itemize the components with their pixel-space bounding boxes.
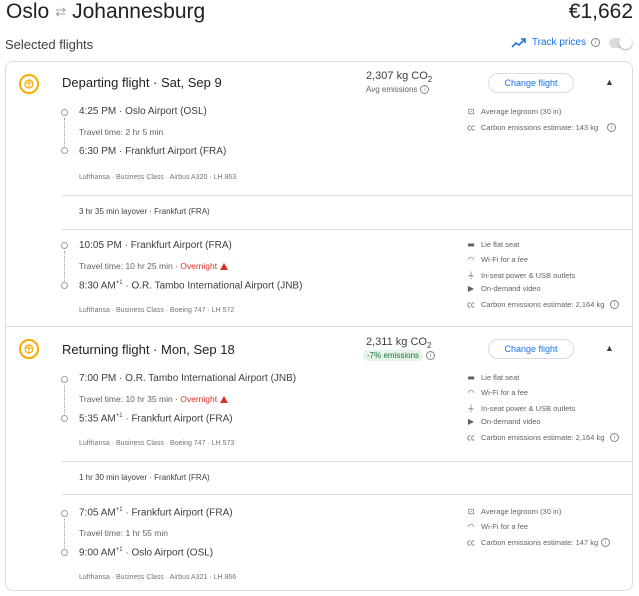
lufthansa-logo-icon (19, 74, 39, 94)
amenity-power: ⏚ In-seat power & USB outlets (467, 404, 576, 413)
seat-icon: ⊡ (467, 507, 475, 516)
departure-dot (61, 109, 68, 116)
amenity-power: ⏚ In-seat power & USB outlets (467, 271, 576, 280)
track-prices-toggle[interactable] (609, 35, 632, 49)
returning-co2: 2,311 kg CO2 (366, 336, 432, 351)
amenity-emissions: ㏄ Carbon emissions estimate: 147 kg (467, 538, 599, 547)
info-icon[interactable]: i (420, 85, 430, 94)
info-icon[interactable]: i (607, 123, 616, 132)
chevron-up-icon[interactable]: ▲ (605, 343, 614, 353)
arrival-dot (61, 549, 68, 556)
returning-co2-note: -7% emissions i (363, 350, 436, 361)
route-line (64, 251, 65, 281)
total-price: €1,662 (568, 0, 633, 23)
divider (62, 195, 632, 196)
power-plug-icon: ⏚ (467, 271, 475, 280)
divider (62, 494, 632, 495)
dep1-departure: 4:25 PM · Oslo Airport (OSL) (79, 106, 207, 117)
emissions-badge: -7% emissions (363, 350, 424, 361)
selected-flights-heading: Selected flights (5, 37, 94, 52)
departure-dot (61, 510, 68, 517)
amenity-video: ▶ On-demand video (467, 417, 541, 426)
video-icon: ▶ (467, 417, 475, 426)
amenity-wifi: ◠ Wi-Fi for a fee (467, 255, 529, 264)
video-icon: ▶ (467, 284, 475, 293)
seat-icon: ⊡ (467, 107, 475, 116)
header: Oslo ⇄ Johannesburg €1,662 (6, 0, 633, 26)
departure-dot (61, 376, 68, 383)
track-prices[interactable]: Track prices i (511, 35, 632, 49)
warning-icon (220, 396, 229, 403)
wifi-icon: ◠ (467, 255, 475, 264)
departure-dot (61, 242, 68, 249)
origin-city: Oslo (6, 0, 50, 23)
ret2-travel-time: Travel time: 1 hr 55 min (79, 528, 168, 538)
wifi-icon: ◠ (467, 388, 475, 397)
amenity-emissions: ㏄ Carbon emissions estimate: 143 kg (467, 123, 599, 132)
warning-icon (220, 263, 229, 270)
track-prices-label: Track prices (531, 37, 586, 48)
section-divider (6, 326, 632, 327)
route-title: Oslo ⇄ Johannesburg (6, 0, 205, 24)
info-icon[interactable]: i (610, 433, 619, 442)
co2-icon: ㏄ (467, 538, 475, 547)
dep2-travel-time: Travel time: 10 hr 25 min · Overnight (79, 261, 229, 271)
route-line (64, 385, 65, 414)
amenity-legroom: ⊡ Average legroom (30 in) (467, 107, 562, 116)
departing-co2: 2,307 kg CO2 (366, 70, 433, 85)
bed-icon: ▬ (467, 373, 475, 382)
arrival-dot (61, 415, 68, 422)
dep2-flight-meta: Lufthansa · Business Class · Boeing 747 … (79, 307, 235, 314)
route-line (64, 118, 65, 146)
swap-arrows-icon: ⇄ (55, 4, 67, 19)
amenity-emissions: ㏄ Carbon emissions estimate: 2,164 kg (467, 433, 605, 442)
amenity-wifi: ◠ Wi-Fi for a fee (467, 522, 529, 531)
co2-icon: ㏄ (467, 433, 475, 442)
info-icon[interactable]: i (591, 38, 600, 47)
amenity-video: ▶ On-demand video (467, 284, 541, 293)
departing-flight-title: Departing flight · Sat, Sep 9 (62, 75, 222, 90)
flights-card: Departing flight · Sat, Sep 9 2,307 kg C… (5, 61, 633, 591)
returning-flight-title: Returning flight · Mon, Sep 18 (62, 342, 235, 357)
info-icon[interactable]: i (601, 538, 610, 547)
bed-icon: ▬ (467, 240, 475, 249)
divider (62, 461, 632, 462)
departing-layover: 3 hr 35 min layover · Frankfurt (FRA) (79, 207, 210, 216)
ret1-flight-meta: Lufthansa · Business Class · Boeing 747 … (79, 440, 235, 447)
ret1-travel-time: Travel time: 10 hr 35 min · Overnight (79, 394, 229, 404)
amenity-lie-flat: ▬ Lie flat seat (467, 240, 520, 249)
ret2-departure: 7:05 AM+1 · Frankfurt Airport (FRA) (79, 507, 233, 519)
dep2-departure: 10:05 PM · Frankfurt Airport (FRA) (79, 240, 232, 251)
co2-icon: ㏄ (467, 123, 475, 132)
destination-city: Johannesburg (72, 0, 206, 23)
departing-co2-note: Avg emissions i (366, 85, 430, 94)
divider (62, 229, 632, 230)
amenity-wifi: ◠ Wi-Fi for a fee (467, 388, 529, 397)
wifi-icon: ◠ (467, 522, 475, 531)
route-line (64, 519, 65, 548)
info-icon[interactable]: i (610, 300, 619, 309)
co2-icon: ㏄ (467, 300, 475, 309)
amenity-legroom: ⊡ Average legroom (30 in) (467, 507, 562, 516)
change-departing-flight-button[interactable]: Change flight (488, 73, 574, 93)
chevron-up-icon[interactable]: ▲ (605, 77, 614, 87)
returning-layover: 1 hr 30 min layover · Frankfurt (FRA) (79, 473, 210, 482)
dep1-flight-meta: Lufthansa · Business Class · Airbus A320… (79, 174, 237, 181)
ret2-arrival: 9:00 AM+1 · Oslo Airport (OSL) (79, 547, 214, 559)
dep1-arrival: 6:30 PM · Frankfurt Airport (FRA) (79, 146, 227, 157)
arrival-dot (61, 282, 68, 289)
power-plug-icon: ⏚ (467, 404, 475, 413)
change-returning-flight-button[interactable]: Change flight (488, 339, 574, 359)
amenity-lie-flat: ▬ Lie flat seat (467, 373, 520, 382)
ret2-flight-meta: Lufthansa · Business Class · Airbus A321… (79, 574, 237, 581)
dep1-travel-time: Travel time: 2 hr 5 min (79, 127, 164, 137)
dep2-arrival: 8:30 AM+1 · O.R. Tambo International Air… (79, 280, 303, 292)
amenity-emissions: ㏄ Carbon emissions estimate: 2,164 kg (467, 300, 605, 309)
arrival-dot (61, 147, 68, 154)
trending-up-icon (511, 37, 526, 48)
ret1-arrival: 5:35 AM+1 · Frankfurt Airport (FRA) (79, 413, 233, 425)
info-icon[interactable]: i (426, 351, 436, 360)
ret1-departure: 7:00 PM · O.R. Tambo International Airpo… (79, 373, 297, 384)
lufthansa-logo-icon (19, 339, 39, 359)
